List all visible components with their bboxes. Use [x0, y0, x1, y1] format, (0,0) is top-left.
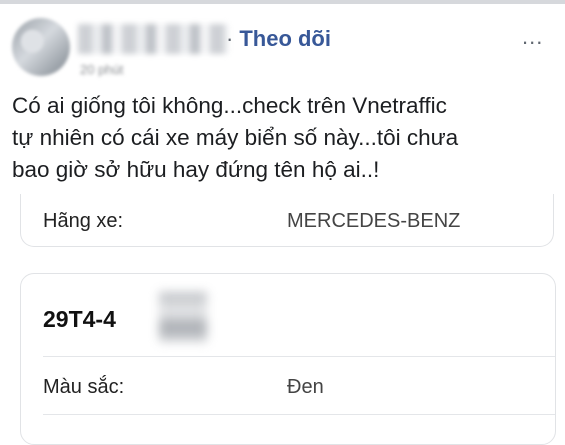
plate-info-card: 29T4-4 Màu sắc: Đen: [20, 273, 556, 445]
card-divider: [43, 356, 555, 357]
avatar[interactable]: [12, 18, 70, 76]
follow-label: Theo dõi: [239, 26, 331, 51]
brand-value: MERCEDES-BENZ: [287, 210, 461, 232]
plate-number-redacted: [159, 292, 207, 342]
card-divider: [43, 414, 555, 415]
plate-number: 29T4-4: [43, 306, 116, 332]
post-text: Có ai giống tôi không...check trên Vnetr…: [12, 93, 459, 182]
color-value: Đen: [287, 376, 324, 398]
brand-label: Hãng xe:: [43, 210, 124, 232]
separator-dot: ·: [226, 26, 234, 51]
post-timestamp: 20 phút: [80, 62, 124, 77]
vehicle-info-card: Hãng xe: MERCEDES-BENZ: [20, 194, 554, 247]
author-name-redacted[interactable]: [78, 24, 228, 54]
more-options-icon[interactable]: ...: [522, 26, 543, 48]
top-divider: [0, 0, 565, 4]
color-label: Màu sắc:: [43, 376, 125, 398]
follow-button[interactable]: · Theo dõi: [226, 26, 331, 52]
